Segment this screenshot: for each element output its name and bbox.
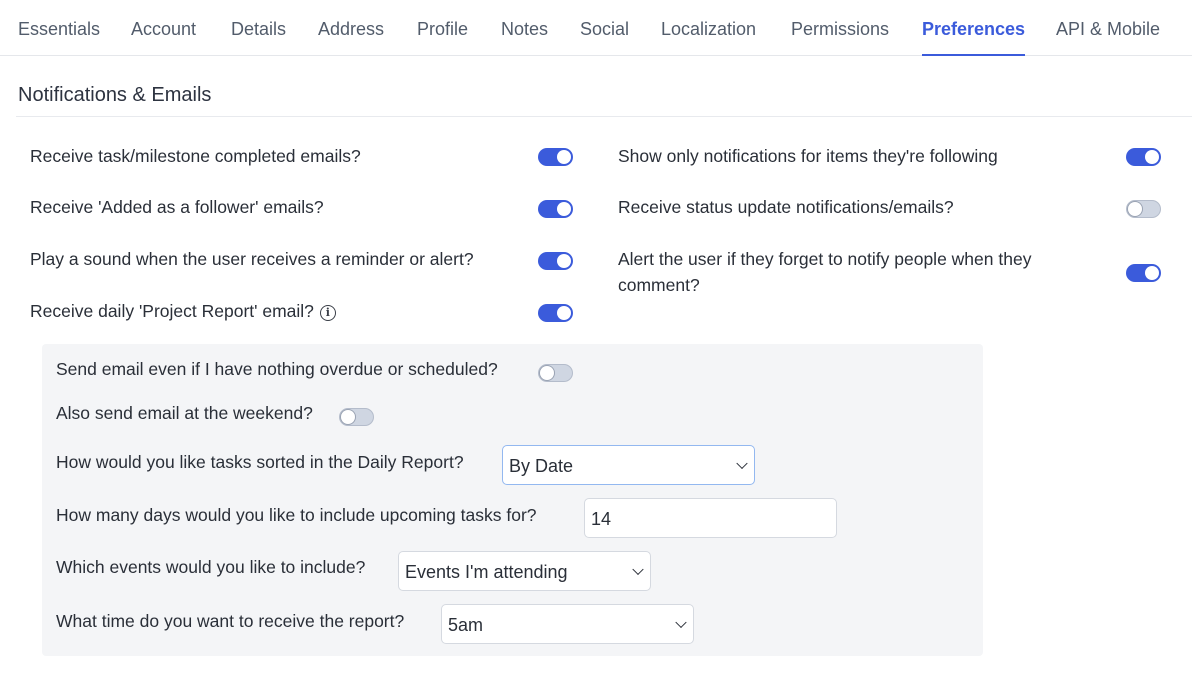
toggle-play-sound[interactable] <box>538 252 573 270</box>
sort-order-value: By Date <box>509 456 574 476</box>
tab-details[interactable]: Details <box>231 0 286 55</box>
tab-essentials[interactable]: Essentials <box>18 0 100 55</box>
setting-label-project-report: Receive daily 'Project Report' email? i <box>30 298 336 324</box>
chevron-down-icon <box>675 616 687 629</box>
events-value: Events I'm attending <box>405 562 568 582</box>
setting-label-weekend: Also send email at the weekend? <box>56 403 313 423</box>
toggle-project-report-email[interactable] <box>538 304 573 322</box>
upcoming-days-input[interactable]: 14 <box>584 498 837 538</box>
setting-label-events: Which events would you like to include? <box>56 557 366 577</box>
tab-bar: Essentials Account Details Address Profi… <box>0 0 1192 56</box>
toggle-knob <box>557 306 571 320</box>
tab-address[interactable]: Address <box>318 0 384 55</box>
tab-preferences[interactable]: Preferences <box>922 0 1026 56</box>
section-title: Notifications & Emails <box>18 84 212 106</box>
toggle-added-follower-emails[interactable] <box>538 200 573 218</box>
tab-localization[interactable]: Localization <box>661 0 756 55</box>
toggle-knob <box>1128 202 1142 216</box>
toggle-knob <box>1145 150 1159 164</box>
tab-api-mobile[interactable]: API & Mobile <box>1056 0 1160 55</box>
report-time-select[interactable]: 5am <box>441 604 694 644</box>
chevron-down-icon <box>736 457 748 470</box>
report-time-value: 5am <box>448 615 484 635</box>
setting-label-status-updates: Receive status update notifications/emai… <box>618 197 954 217</box>
toggle-knob <box>1145 266 1159 280</box>
toggle-knob <box>557 202 571 216</box>
toggle-knob <box>540 366 554 380</box>
tab-permissions[interactable]: Permissions <box>791 0 889 55</box>
setting-label-play-sound: Play a sound when the user receives a re… <box>30 249 474 269</box>
setting-label-forget-notify: Alert the user if they forget to notify … <box>618 249 1032 295</box>
tab-profile[interactable]: Profile <box>417 0 468 55</box>
toggle-forget-notify-alert[interactable] <box>1126 264 1161 282</box>
section-divider <box>16 116 1192 117</box>
setting-label-nothing-overdue: Send email even if I have nothing overdu… <box>56 359 498 379</box>
toggle-task-completed-emails[interactable] <box>538 148 573 166</box>
toggle-weekend-email[interactable] <box>339 408 374 426</box>
setting-label-sort-order: How would you like tasks sorted in the D… <box>56 452 464 472</box>
upcoming-days-value: 14 <box>591 509 612 529</box>
setting-label-task-completed: Receive task/milestone completed emails? <box>30 146 361 166</box>
setting-label-following-only: Show only notifications for items they'r… <box>618 146 998 166</box>
toggle-send-when-nothing-overdue[interactable] <box>538 364 573 382</box>
toggle-knob <box>341 410 355 424</box>
toggle-status-updates[interactable] <box>1126 200 1161 218</box>
tab-notes[interactable]: Notes <box>501 0 548 55</box>
tab-account[interactable]: Account <box>131 0 196 55</box>
tab-social[interactable]: Social <box>580 0 629 55</box>
chevron-down-icon <box>632 563 644 576</box>
toggle-knob <box>557 254 571 268</box>
toggle-knob <box>557 150 571 164</box>
project-report-label-text: Receive daily 'Project Report' email? <box>30 301 314 321</box>
setting-label-report-time: What time do you want to receive the rep… <box>56 611 405 631</box>
sort-order-select[interactable]: By Date <box>502 445 755 485</box>
events-select[interactable]: Events I'm attending <box>398 551 651 591</box>
setting-label-added-follower: Receive 'Added as a follower' emails? <box>30 197 324 217</box>
info-icon[interactable]: i <box>319 305 336 321</box>
setting-label-upcoming-days: How many days would you like to include … <box>56 505 537 525</box>
toggle-following-only[interactable] <box>1126 148 1161 166</box>
